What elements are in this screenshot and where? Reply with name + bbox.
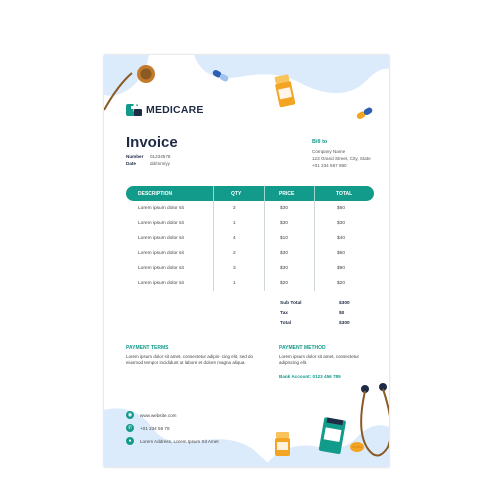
- row-qty: 2: [233, 206, 236, 211]
- bill-to-company: Company Name: [312, 149, 346, 154]
- stethoscope-icon: [360, 383, 389, 457]
- website-text: www.website.com: [140, 412, 177, 418]
- capsule-icon: [212, 70, 229, 82]
- row-total: $60: [337, 206, 346, 211]
- pill-bottle-icon: [274, 74, 296, 108]
- bill-to-phone: +01 234 567 890: [312, 163, 347, 168]
- payment-terms-heading: PAYMENT TERMS: [126, 345, 169, 351]
- address-text: Lorem Address, Lorem Ipsum Sit Amet: [140, 438, 219, 444]
- row-total: $60: [337, 251, 346, 256]
- row-description: Lorem ipsum dolor sit: [138, 266, 184, 271]
- payment-method-heading: PAYMENT METHOD: [279, 345, 326, 351]
- header-divider: [264, 186, 265, 201]
- total-value: $300: [339, 321, 350, 326]
- totals-block: Sub Total $300 Tax $0 Total $300: [280, 299, 350, 329]
- phone-text: +01 234 56 78: [140, 425, 170, 431]
- table-row: Lorem ipsum dolor sit 4 $10 $40: [126, 231, 374, 246]
- row-total: $90: [337, 266, 346, 271]
- globe-icon: ◉: [126, 411, 134, 419]
- pill-bottle-icon: [275, 432, 290, 456]
- row-price: $30: [280, 206, 289, 211]
- bill-to: Bill to Company Name 123 Grand Street, C…: [312, 139, 371, 169]
- row-total: $40: [337, 236, 346, 241]
- capsule-icon: [356, 107, 373, 119]
- row-price: $30: [280, 251, 289, 256]
- brand-logo: MEDICARE: [126, 103, 204, 117]
- date-value: dd/mm/yy: [150, 161, 170, 166]
- row-description: Lorem ipsum dolor sit: [138, 206, 184, 211]
- table-body: Lorem ipsum dolor sit 2 $30 $60 Lorem ip…: [126, 201, 374, 291]
- row-description: Lorem ipsum dolor sit: [138, 236, 184, 241]
- header-total: TOTAL: [336, 191, 353, 197]
- table-row: Lorem ipsum dolor sit 3 $30 $90: [126, 261, 374, 276]
- row-description: Lorem ipsum dolor sit: [138, 281, 184, 286]
- bill-to-heading: Bill to: [312, 139, 328, 145]
- table-row: Lorem ipsum dolor sit 2 $30 $60: [126, 246, 374, 261]
- table-header: DESCRIPTION QTY PRICE TOTAL: [126, 186, 374, 201]
- contact-website: ◉ www.website.com: [126, 411, 177, 419]
- table-row: Lorem ipsum dolor sit 1 $20 $20: [126, 276, 374, 291]
- number-label: Number: [126, 154, 144, 159]
- payment-method: PAYMENT METHOD Lorem ipsum dolor sit ame…: [279, 345, 374, 379]
- row-qty: 1: [233, 281, 236, 286]
- row-description: Lorem ipsum dolor sit: [138, 251, 184, 256]
- medical-cross-logo-icon: [126, 103, 142, 116]
- contact-phone: ✆ +01 234 56 78: [126, 424, 170, 432]
- brand-name: MEDICARE: [146, 104, 204, 116]
- table-row: Lorem ipsum dolor sit 2 $30 $60: [126, 201, 374, 216]
- subtotal-value: $300: [339, 301, 350, 306]
- row-price: $10: [280, 236, 289, 241]
- number-value: 01234578: [150, 154, 171, 159]
- header-qty: QTY: [231, 191, 242, 197]
- row-price: $30: [280, 266, 289, 271]
- location-pin-icon: ●: [126, 437, 134, 445]
- invoice-title: Invoice: [126, 134, 178, 151]
- row-qty: 2: [233, 251, 236, 256]
- tax-value: $0: [339, 311, 345, 316]
- bill-to-address: 123 Grand Street, City, State: [312, 156, 371, 161]
- phone-icon: ✆: [126, 424, 134, 432]
- row-qty: 4: [233, 236, 236, 241]
- row-qty: 1: [233, 221, 236, 226]
- total-label: Total: [280, 321, 292, 326]
- table-row: Lorem ipsum dolor sit 1 $30 $30: [126, 216, 374, 231]
- contact-address: ● Lorem Address, Lorem Ipsum Sit Amet: [126, 437, 219, 445]
- row-total: $20: [337, 281, 346, 286]
- tax-label: Tax: [280, 311, 288, 316]
- invoice-page: MEDICARE Invoice Number 01234578 Date dd/m…: [104, 55, 389, 467]
- row-qty: 3: [233, 266, 236, 271]
- header-description: DESCRIPTION: [138, 191, 173, 197]
- header-divider: [213, 186, 214, 201]
- date-label: Date: [126, 161, 136, 166]
- row-total: $30: [337, 221, 346, 226]
- row-description: Lorem ipsum dolor sit: [138, 221, 184, 226]
- header-divider: [314, 186, 315, 201]
- header-price: PRICE: [279, 191, 295, 197]
- row-price: $20: [280, 281, 289, 286]
- payment-method-text: Lorem ipsum dolor sit amet, consectetur …: [279, 354, 360, 365]
- payment-terms: PAYMENT TERMS Lorem ipsum dolor sit amet…: [126, 345, 254, 366]
- invoice-meta: Number 01234578 Date dd/mm/yy: [126, 153, 170, 167]
- subtotal-label: Sub Total: [280, 301, 302, 306]
- row-price: $30: [280, 221, 289, 226]
- payment-terms-text: Lorem ipsum dolor sit amet, consectetur …: [126, 354, 254, 365]
